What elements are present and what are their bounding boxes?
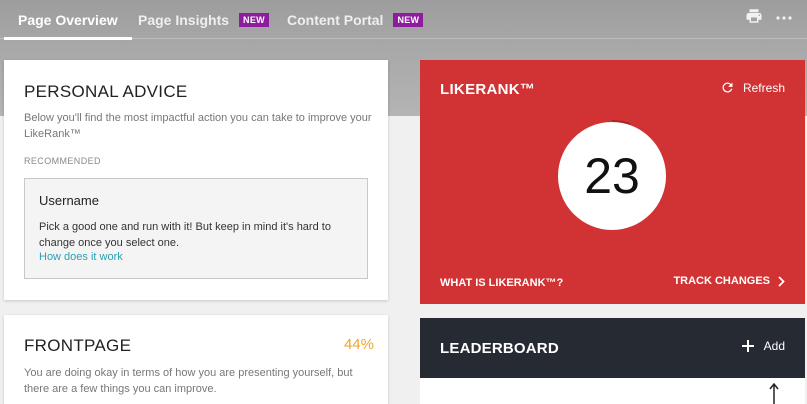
tab-bar: Page Overview Page Insights NEW Content … <box>0 0 807 40</box>
personal-advice-card: PERSONAL ADVICE Below you'll find the mo… <box>4 60 388 300</box>
recommendation-title: Username <box>39 193 99 208</box>
leaderboard-body <box>420 378 805 404</box>
new-badge: NEW <box>239 12 269 27</box>
likerank-card: LIKERANK™ Refresh 23 WHAT IS LIKERANK™? … <box>420 60 805 304</box>
how-does-it-work-link[interactable]: How does it work <box>39 251 123 263</box>
active-tab-indicator <box>4 37 132 40</box>
refresh-label: Refresh <box>742 80 785 95</box>
tab-content-portal[interactable]: Content Portal NEW <box>287 0 424 39</box>
recommendation-box: Username Pick a good one and run with it… <box>24 178 368 279</box>
tab-label: Content Portal <box>287 11 384 28</box>
card-title: FRONTPAGE <box>24 336 132 355</box>
tab-label: Page Overview <box>18 11 118 28</box>
more-icon[interactable] <box>776 10 792 28</box>
arrow-up-icon <box>769 383 779 404</box>
tab-page-overview[interactable]: Page Overview <box>4 0 132 40</box>
add-button[interactable]: Add <box>741 339 785 353</box>
likerank-score: 23 <box>558 122 666 230</box>
likerank-score-dial: 23 <box>558 119 666 230</box>
chevron-right-icon <box>778 275 785 287</box>
what-is-likerank-link[interactable]: WHAT IS LIKERANK™? <box>440 277 563 289</box>
recommended-label: RECOMMENDED <box>24 156 101 166</box>
card-description: You are doing okay in terms of how you a… <box>24 367 353 395</box>
refresh-button[interactable]: Refresh <box>720 80 785 95</box>
track-changes-link[interactable]: TRACK CHANGES <box>673 275 785 287</box>
refresh-icon <box>722 82 733 93</box>
frontpage-card: FRONTPAGE 44% You are doing okay in term… <box>4 315 388 404</box>
track-changes-label: TRACK CHANGES <box>673 275 770 287</box>
card-description: Below you'll find the most impactful act… <box>24 112 372 140</box>
card-title: PERSONAL ADVICE <box>24 82 188 101</box>
print-icon[interactable] <box>745 7 763 30</box>
plus-icon <box>741 340 754 352</box>
add-label: Add <box>763 339 785 353</box>
leaderboard-title: LEADERBOARD <box>440 340 559 357</box>
tab-label: Page Insights <box>138 11 230 28</box>
tab-page-insights[interactable]: Page Insights NEW <box>138 0 269 39</box>
likerank-title: LIKERANK™ <box>440 81 536 98</box>
recommendation-text: Pick a good one and run with it! But kee… <box>39 221 331 249</box>
leaderboard-header: LEADERBOARD Add <box>420 318 805 378</box>
frontpage-percent: 44% <box>343 336 374 353</box>
new-badge: NEW <box>393 12 424 27</box>
